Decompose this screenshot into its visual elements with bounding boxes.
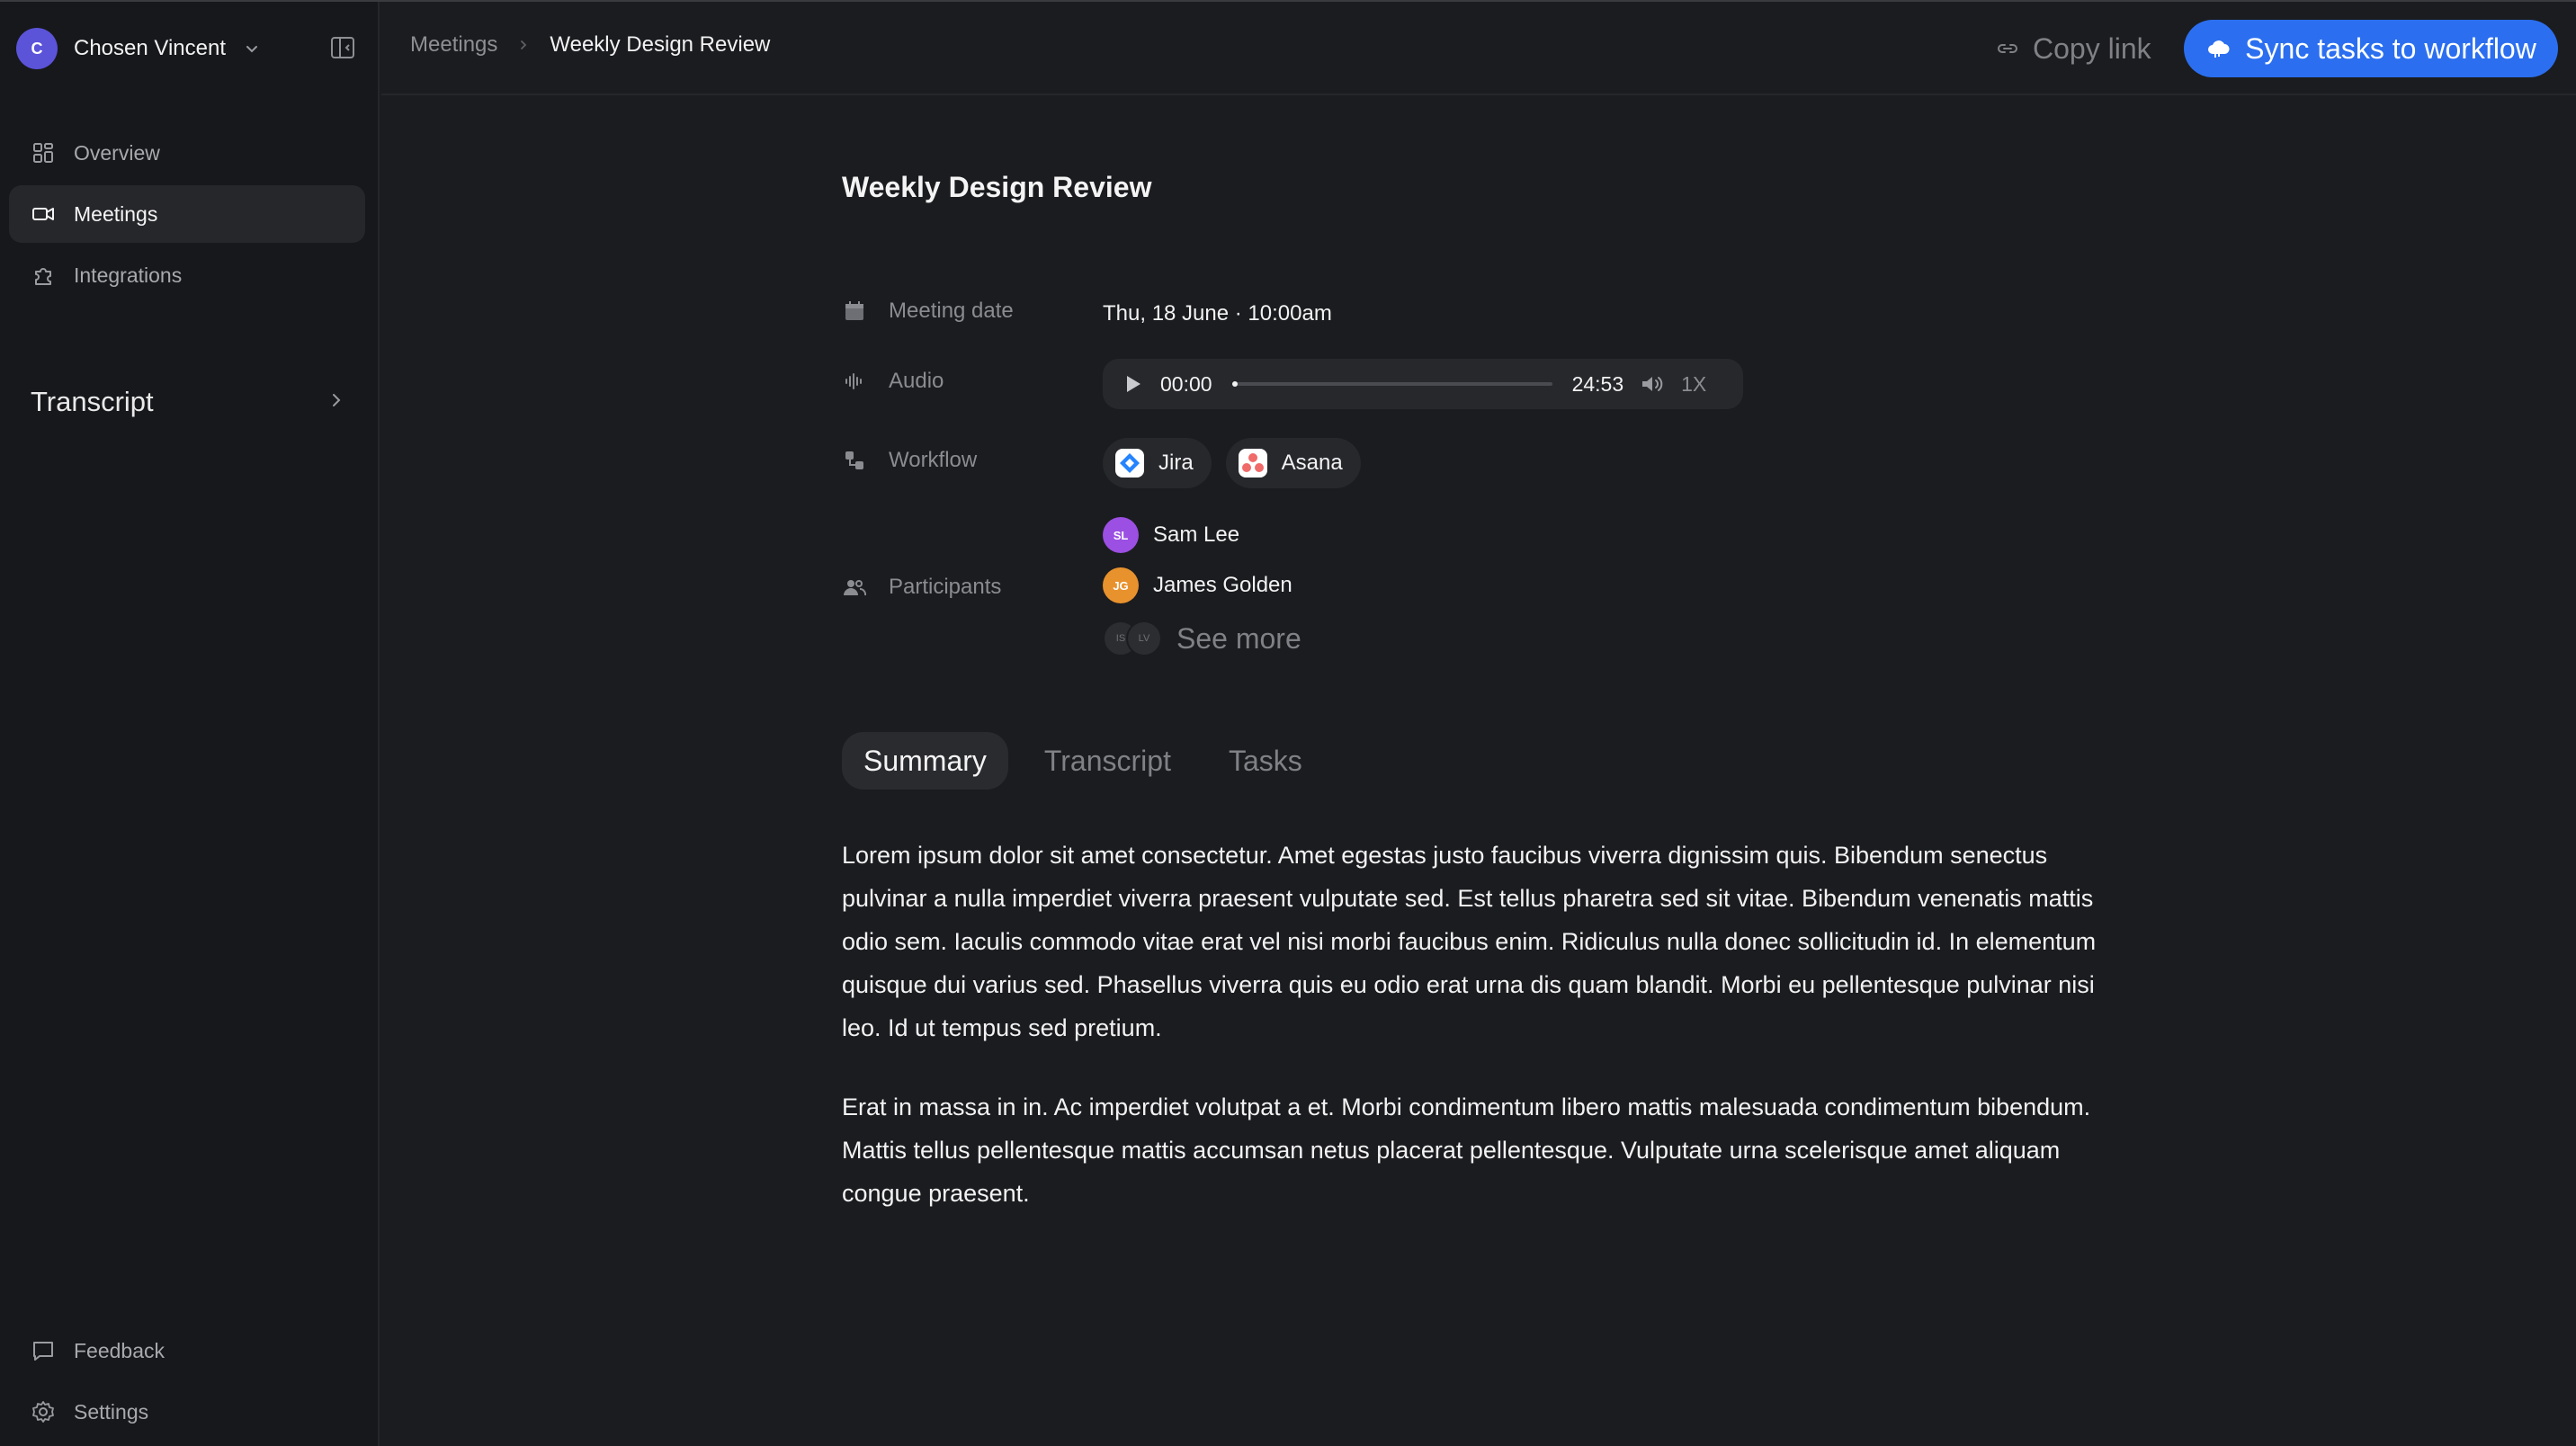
chevron-right-icon [327, 391, 345, 414]
sidebar-toggle-icon[interactable] [329, 34, 356, 61]
asana-logo-icon [1238, 449, 1267, 478]
avatar: LV [1126, 620, 1162, 656]
playback-speed-button[interactable]: 1X [1681, 372, 1706, 397]
sidebar-item-feedback[interactable]: Feedback [9, 1322, 365, 1379]
puzzle-icon [31, 263, 56, 288]
meeting-date-value: Thu, 18 June · 10:00am [1103, 301, 1332, 326]
cloud-icon [2205, 38, 2231, 59]
audio-label: Audio [842, 369, 944, 394]
transcript-section-toggle[interactable]: Transcript [31, 379, 345, 424]
chat-icon [31, 1338, 56, 1363]
chevron-down-icon [244, 39, 264, 58]
participants-label: Participants [842, 575, 1001, 600]
audio-progress-slider[interactable] [1231, 381, 1552, 387]
participant-name: Sam Lee [1153, 522, 1240, 547]
page-title: Weekly Design Review [842, 171, 1152, 203]
sidebar-item-label: Feedback [74, 1338, 165, 1362]
link-icon [1995, 36, 2020, 61]
video-icon [31, 201, 56, 227]
avatar-stack: IS LV [1103, 620, 1162, 656]
see-more-label: See more [1176, 621, 1301, 655]
tab-transcript[interactable]: Transcript [1023, 732, 1193, 790]
breadcrumb-current: Weekly Design Review [550, 32, 771, 57]
summary-paragraph: Erat in massa in in. Ac imperdiet volutp… [842, 1093, 2091, 1207]
workflow-label: Workflow [842, 448, 977, 473]
content-tabs: Summary Transcript Tasks [842, 732, 1338, 790]
sidebar-item-overview[interactable]: Overview [9, 124, 365, 182]
user-name: Chosen Vincent [74, 36, 227, 60]
sidebar-item-label: Meetings [74, 201, 158, 226]
participant-name: James Golden [1153, 573, 1292, 597]
workflow-chips: Jira Asana [1103, 438, 1375, 488]
waveform-icon [842, 369, 867, 394]
sidebar-item-label: Settings [74, 1399, 149, 1424]
sidebar-item-integrations[interactable]: Integrations [9, 246, 365, 304]
copy-link-label: Copy link [2033, 31, 2151, 65]
meeting-date-label: Meeting date [842, 299, 1014, 324]
jira-logo-icon [1115, 449, 1144, 478]
participant-row[interactable]: SL Sam Lee [1103, 517, 1239, 553]
workflow-icon [842, 448, 867, 473]
workflow-chip-jira[interactable]: Jira [1103, 438, 1212, 488]
users-icon [842, 575, 867, 600]
transcript-section-title: Transcript [31, 386, 154, 417]
user-avatar: C [16, 28, 58, 69]
workflow-chip-label: Jira [1158, 451, 1194, 475]
tab-tasks[interactable]: Tasks [1207, 732, 1324, 790]
audio-duration: 24:53 [1571, 371, 1624, 396]
copy-link-button[interactable]: Copy link [1995, 27, 2151, 70]
see-more-participants[interactable]: IS LV See more [1103, 620, 1301, 656]
play-icon[interactable] [1121, 371, 1146, 397]
audio-progress-fill [1231, 381, 1238, 387]
audio-current-time: 00:00 [1160, 371, 1212, 396]
sync-tasks-button[interactable]: Sync tasks to workflow [2184, 20, 2558, 77]
avatar: JG [1103, 567, 1139, 603]
tab-summary[interactable]: Summary [842, 732, 1008, 790]
sidebar-item-label: Overview [74, 140, 160, 165]
sidebar: C Chosen Vincent Overview Meetings Integ… [0, 2, 380, 1446]
summary-paragraph: Lorem ipsum dolor sit amet consectetur. … [842, 842, 2097, 1041]
user-switcher[interactable]: C Chosen Vincent [16, 27, 264, 70]
grid-icon [31, 140, 56, 165]
workflow-chip-label: Asana [1281, 451, 1343, 475]
top-bar: Meetings Weekly Design Review Copy link … [381, 2, 2576, 95]
chevron-right-icon [517, 39, 530, 51]
volume-icon[interactable] [1640, 371, 1667, 397]
gear-icon [31, 1399, 56, 1424]
workflow-chip-asana[interactable]: Asana [1225, 438, 1361, 488]
breadcrumb: Meetings Weekly Design Review [410, 32, 770, 58]
app-window: C Chosen Vincent Overview Meetings Integ… [0, 0, 2576, 1446]
sidebar-nav: Overview Meetings Integrations [9, 124, 365, 308]
calendar-icon [842, 299, 867, 324]
audio-player: 00:00 24:53 1X [1103, 359, 1743, 409]
sidebar-item-settings[interactable]: Settings [9, 1383, 365, 1441]
sync-tasks-label: Sync tasks to workflow [2245, 31, 2536, 65]
sidebar-bottom-nav: Feedback Settings [9, 1322, 365, 1444]
participant-row[interactable]: JG James Golden [1103, 567, 1292, 603]
sidebar-item-meetings[interactable]: Meetings [9, 185, 365, 243]
breadcrumb-meetings-link[interactable]: Meetings [410, 32, 497, 58]
avatar: SL [1103, 517, 1139, 553]
sidebar-item-label: Integrations [74, 263, 183, 287]
